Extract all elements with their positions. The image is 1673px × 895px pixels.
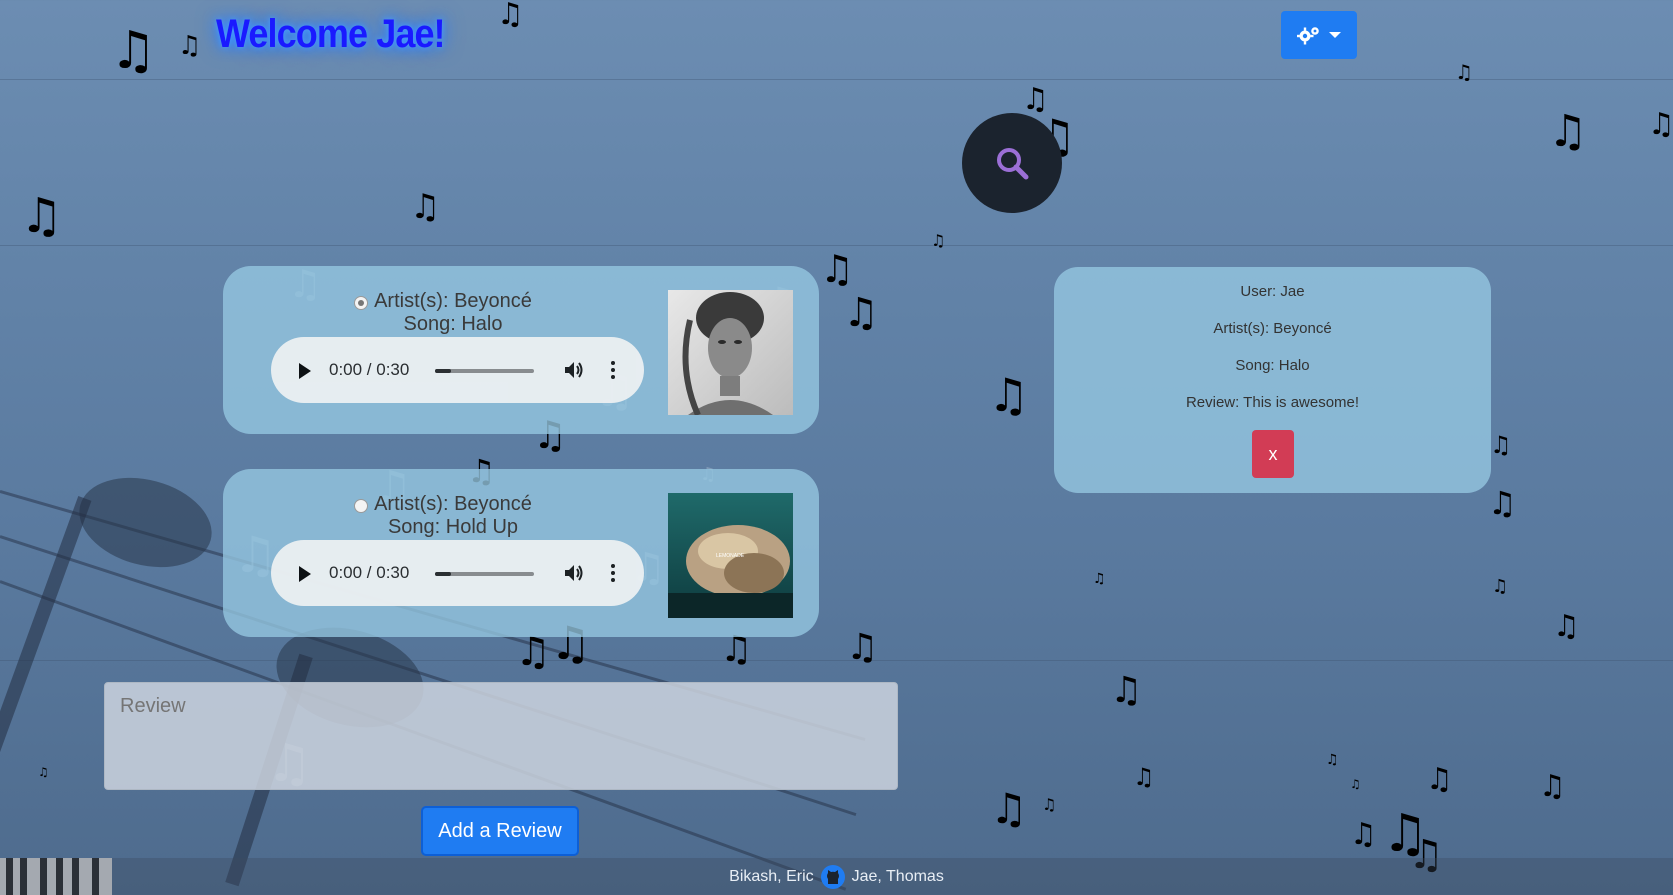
music-note-icon: ♫ — [846, 627, 879, 668]
footer-credits-left: Bikash, Eric — [729, 867, 814, 885]
add-review-button[interactable]: Add a Review — [421, 806, 579, 856]
song-title: Song: Hold Up — [387, 516, 519, 538]
volume-icon[interactable] — [563, 360, 585, 380]
music-note-icon: ♫ — [1133, 763, 1155, 791]
seek-bar-fill — [435, 572, 451, 576]
chevron-down-icon — [1329, 32, 1341, 38]
music-note-icon: ♫ — [1488, 484, 1517, 522]
welcome-heading: Welcome Jae! — [216, 12, 446, 56]
music-note-icon: ♫ — [178, 31, 202, 61]
review-input[interactable] — [104, 682, 898, 790]
player-time: 0:00 / 0:30 — [329, 563, 410, 582]
github-icon[interactable] — [820, 864, 846, 890]
music-note-icon: ♫ — [1350, 817, 1377, 852]
song-info: Artist(s): Beyoncé Song: Halo — [353, 290, 553, 336]
review-song: Song: Halo — [1235, 357, 1310, 374]
audio-player[interactable]: 0:00 / 0:30 — [271, 540, 644, 606]
music-note-icon: ♫ — [1326, 752, 1339, 768]
song-card: Artist(s): Beyoncé Song: Halo 0:00 / 0:3… — [223, 266, 819, 434]
player-time: 0:00 / 0:30 — [329, 360, 410, 379]
music-note-icon: ♫ — [410, 187, 441, 227]
music-note-icon: ♫ — [931, 231, 946, 250]
staff-line — [0, 245, 1673, 246]
song-card: Artist(s): Beyoncé Song: Hold Up 0:00 / … — [223, 469, 819, 637]
footer: Bikash, Eric Jae, Thomas — [0, 858, 1673, 895]
search-icon — [997, 148, 1029, 180]
staff-line — [0, 660, 1673, 661]
footer-credits-right: Jae, Thomas — [851, 867, 944, 885]
more-options-icon[interactable] — [611, 361, 615, 382]
audio-player[interactable]: 0:00 / 0:30 — [271, 337, 644, 403]
review-card: User: Jae Artist(s): Beyoncé Song: Halo … — [1054, 267, 1491, 493]
music-note-icon: ♫ — [1110, 670, 1143, 711]
album-cover-image: LEMONADE — [668, 493, 793, 618]
music-note-icon: ♫ — [1093, 571, 1106, 587]
music-note-icon: ♫ — [1350, 777, 1361, 791]
song-artist: Artist(s): Beyoncé — [374, 493, 532, 515]
seek-bar[interactable] — [435, 572, 534, 576]
staff-line — [0, 79, 1673, 80]
song-info: Artist(s): Beyoncé Song: Hold Up — [353, 493, 553, 539]
music-note-icon: ♫ — [843, 290, 879, 336]
search-button[interactable] — [962, 113, 1062, 213]
music-note-icon: ♫ — [1553, 609, 1580, 644]
music-note-icon: ♫ — [38, 765, 49, 779]
music-note-icon: ♫ — [1648, 107, 1673, 142]
music-note-icon: ♫ — [20, 188, 64, 244]
music-note-icon: ♫ — [1042, 795, 1057, 814]
note-head — [69, 463, 222, 582]
music-note-icon: ♫ — [988, 368, 1030, 422]
music-note-icon: ♫ — [820, 247, 855, 291]
music-note-icon: ♫ — [990, 784, 1028, 833]
album-cover-text: LEMONADE — [716, 553, 745, 559]
play-icon[interactable] — [299, 363, 311, 379]
more-options-icon[interactable] — [611, 564, 615, 585]
gears-icon — [1297, 27, 1319, 45]
music-note-icon: ♫ — [515, 629, 551, 675]
music-note-icon: ♫ — [1455, 60, 1473, 84]
song-artist: Artist(s): Beyoncé — [374, 290, 532, 312]
settings-dropdown-button[interactable] — [1281, 11, 1357, 59]
seek-bar-fill — [435, 369, 451, 373]
music-note-icon: ♫ — [1548, 106, 1588, 157]
music-note-icon: ♫ — [1539, 769, 1566, 804]
review-text: Review: This is awesome! — [1185, 394, 1360, 411]
review-artist: Artist(s): Beyoncé — [1213, 320, 1332, 337]
song-title: Song: Halo — [403, 313, 503, 335]
note-stem — [0, 496, 92, 764]
review-user: User: Jae — [1240, 283, 1305, 300]
music-note-icon: ♫ — [1426, 762, 1453, 797]
music-note-icon: ♫ — [497, 0, 524, 32]
volume-icon[interactable] — [563, 563, 585, 583]
music-note-icon: ♫ — [110, 21, 157, 81]
delete-review-button[interactable]: x — [1252, 430, 1294, 478]
play-icon[interactable] — [299, 566, 311, 582]
music-note-icon: ♫ — [1490, 431, 1512, 459]
music-note-icon: ♫ — [1492, 576, 1509, 597]
seek-bar[interactable] — [435, 369, 534, 373]
music-note-icon: ♫ — [720, 629, 753, 670]
album-cover-image — [668, 290, 793, 415]
